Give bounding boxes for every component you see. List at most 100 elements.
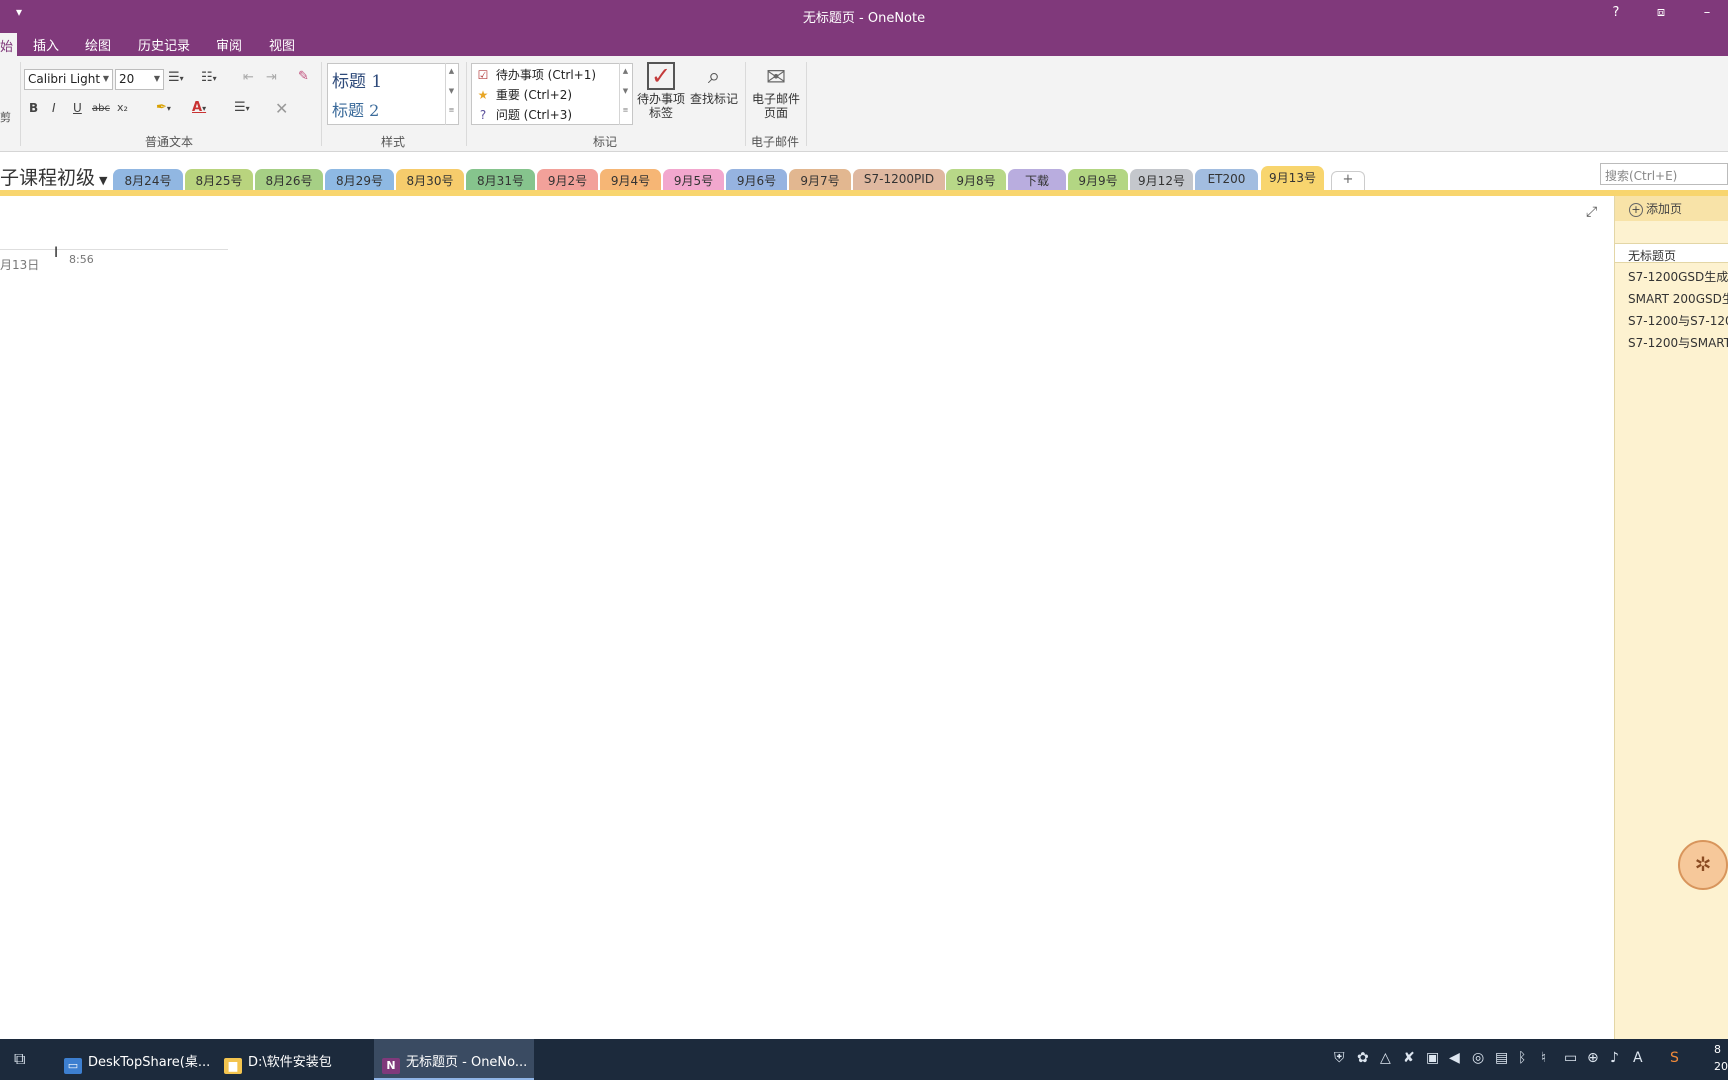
tab-review[interactable]: 审阅 — [216, 35, 242, 54]
system-clock[interactable]: 8 202 — [1714, 1041, 1728, 1075]
tags-gallery-scroll[interactable]: ▲ ▼ ≡ — [619, 63, 631, 125]
strikethrough-button[interactable]: abc — [92, 103, 110, 114]
styles-gallery-scroll[interactable]: ▲ ▼ ≡ — [445, 63, 457, 125]
decrease-indent-icon[interactable]: ⇤ — [243, 70, 254, 85]
section-tab[interactable]: 9月4号 — [600, 169, 661, 190]
add-section-button[interactable]: + — [1331, 171, 1365, 190]
tag-question[interactable]: ? 问题 (Ctrl+3) — [474, 106, 572, 125]
page-list-pane: +添加页 无标题页S7-1200GSD生成过程SMART 200GSD生成S7-… — [1614, 196, 1728, 1039]
page-item[interactable]: S7-1200与SMART通信 — [1615, 331, 1728, 351]
tag-todo[interactable]: ☑ 待办事项 (Ctrl+1) — [474, 66, 596, 85]
input-method-icon[interactable]: A — [1633, 1050, 1643, 1066]
todo-tag-button[interactable]: ✓ 待办事项 标签 — [635, 62, 687, 120]
section-tab[interactable]: ET200 — [1195, 169, 1258, 190]
section-tab[interactable]: 9月5号 — [663, 169, 724, 190]
styles-gallery[interactable]: 标题 1 标题 2 — [327, 63, 459, 125]
page-item[interactable]: S7-1200GSD生成过程 — [1615, 265, 1728, 285]
search-input[interactable]: 搜索(Ctrl+E) — [1600, 163, 1728, 185]
section-tab[interactable]: 8月24号 — [113, 169, 183, 190]
section-tab[interactable]: 9月8号 — [946, 169, 1006, 190]
reader-icon[interactable]: ▣ — [1426, 1050, 1439, 1066]
volume-muted-icon[interactable]: ♪ — [1610, 1050, 1619, 1066]
section-tab[interactable]: 9月12号 — [1130, 169, 1193, 190]
title-bar: ▾ 无标题页 - OneNote ? ⧈ – — [0, 0, 1728, 30]
bold-button[interactable]: B — [29, 101, 38, 115]
window-title: 无标题页 - OneNote — [802, 11, 926, 26]
paw-icon[interactable]: ✿ — [1357, 1050, 1369, 1066]
group-label-tags: 标记 — [593, 135, 618, 149]
taskbar-item-label: D:\软件安装包 — [248, 1055, 332, 1070]
bluetooth-icon[interactable]: ᛒ — [1518, 1050, 1526, 1066]
numbering-icon[interactable]: ☷▾ — [201, 70, 217, 85]
add-page-button[interactable]: + 添加页 — [1615, 196, 1728, 221]
increase-indent-icon[interactable]: ⇥ — [266, 70, 277, 85]
taskbar-item[interactable]: N 无标题页 - OneNo... — [374, 1039, 534, 1080]
expand-icon[interactable]: ⤢ — [1586, 204, 1597, 220]
tags-gallery[interactable]: ☑ 待办事项 (Ctrl+1) ★ 重要 (Ctrl+2) ? 问题 (Ctrl… — [471, 63, 633, 125]
page-item-current[interactable]: 无标题页 — [1615, 243, 1728, 263]
section-tab[interactable]: 9月6号 — [726, 169, 787, 190]
microphone-icon[interactable]: ♮ — [1541, 1050, 1546, 1066]
sogou-input-icon[interactable]: S — [1670, 1050, 1679, 1066]
battery-icon[interactable]: ▭ — [1564, 1050, 1577, 1066]
italic-button[interactable]: I — [52, 101, 56, 115]
security-shield-icon[interactable]: ⛨ — [1334, 1050, 1345, 1066]
clipboard-group-partial[interactable]: 剪 — [0, 109, 11, 125]
help-button[interactable]: ? — [1601, 5, 1631, 20]
section-tab[interactable]: S7-1200PID — [853, 169, 945, 190]
page-item[interactable]: S7-1200与S7-1200通信 — [1615, 309, 1728, 329]
tag-important[interactable]: ★ 重要 (Ctrl+2) — [474, 86, 572, 105]
envelope-icon: ✉ — [765, 63, 787, 91]
find-tags-button[interactable]: ⌕ 查找标记 — [688, 62, 740, 106]
tab-draw[interactable]: 绘图 — [85, 35, 111, 54]
tab-home[interactable]: 始 — [0, 33, 18, 56]
highlight-icon[interactable]: ✒▾ — [156, 100, 171, 115]
ribbon-display-options-icon[interactable]: ⧈ — [1646, 5, 1676, 20]
taskbar-item[interactable]: ▆ D:\软件安装包 — [216, 1039, 366, 1080]
task-view-icon[interactable]: ⧉ — [14, 1049, 25, 1069]
app-icon: ▭ — [64, 1058, 82, 1074]
notebook-name[interactable]: 子课程初级 ▼ — [0, 163, 107, 190]
find-tags-icon: ⌕ — [707, 64, 721, 89]
network-globe-icon[interactable]: ⊕ — [1587, 1050, 1599, 1066]
subscript-button[interactable]: x₂ — [117, 101, 128, 114]
autocad-icon[interactable]: △ — [1380, 1050, 1391, 1066]
page-canvas[interactable]: I 月13日 8:56 ⤢ — [0, 196, 1614, 1039]
section-tab[interactable]: 8月26号 — [255, 169, 323, 190]
app-icon: N — [382, 1058, 400, 1074]
section-tab[interactable]: 8月29号 — [325, 169, 394, 190]
section-tab[interactable]: 9月9号 — [1068, 169, 1128, 190]
align-icon[interactable]: ☰▾ — [234, 100, 250, 115]
page-item[interactable]: SMART 200GSD生成 — [1615, 287, 1728, 307]
underline-button[interactable]: U — [73, 101, 82, 115]
minimize-button[interactable]: – — [1692, 5, 1722, 20]
tab-insert[interactable]: 插入 — [33, 35, 59, 54]
style-heading-1[interactable]: 标题 1 — [332, 67, 382, 92]
section-tab[interactable]: 9月7号 — [789, 169, 851, 190]
font-color-button[interactable]: A▾ — [192, 100, 206, 115]
email-page-button[interactable]: ✉ 电子邮件 页面 — [748, 62, 804, 120]
section-tab[interactable]: 下载 — [1008, 169, 1066, 190]
font-name-select[interactable]: Calibri Light ▼ — [24, 69, 113, 90]
delete-icon[interactable]: ✕ — [275, 99, 288, 118]
tab-history[interactable]: 历史记录 — [138, 35, 190, 54]
media-icon[interactable]: ◀ — [1449, 1050, 1460, 1066]
tool-icon[interactable]: ✘ — [1403, 1050, 1415, 1066]
style-heading-2[interactable]: 标题 2 — [332, 97, 379, 121]
taskbar-item[interactable]: ▭ DeskTopShare(桌... — [56, 1039, 210, 1080]
section-tab[interactable]: 8月25号 — [185, 169, 253, 190]
font-size-select[interactable]: 20 ▼ — [115, 69, 164, 90]
section-tab[interactable]: 8月31号 — [466, 169, 535, 190]
app-tray-icon[interactable]: ▤ — [1495, 1050, 1508, 1066]
clear-formatting-icon[interactable]: ✎ — [298, 69, 309, 84]
ribbon: 剪 Calibri Light ▼ 20 ▼ ☰▾ ☷▾ ⇤ ⇥ ✎ B I U… — [0, 56, 1728, 152]
taskbar-item-label: 无标题页 - OneNo... — [406, 1055, 528, 1070]
nvidia-icon[interactable]: ◎ — [1472, 1050, 1484, 1066]
section-tab[interactable]: 8月30号 — [396, 169, 464, 190]
floating-assistant-icon[interactable]: ✲ — [1678, 840, 1728, 890]
bullets-icon[interactable]: ☰▾ — [168, 70, 184, 85]
page-date: 月13日 — [0, 258, 40, 272]
tab-view[interactable]: 视图 — [269, 35, 295, 54]
section-tab[interactable]: 9月13号 — [1261, 166, 1324, 190]
section-tab[interactable]: 9月2号 — [537, 169, 598, 190]
